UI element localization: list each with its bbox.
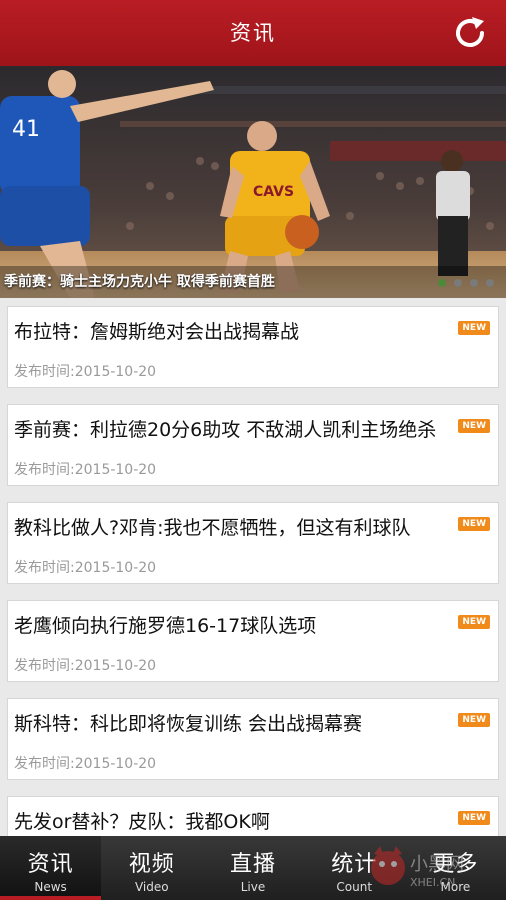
hero-banner[interactable]: 41 CAVS 季前赛：骑士主场力克小牛 取得季前赛首胜 (0, 66, 506, 298)
watermark-logo: 小黑网 XHEI.CN (371, 846, 464, 889)
carousel-dot[interactable] (438, 279, 446, 287)
news-item[interactable]: 季前赛：利拉德20分6助攻 不敌湖人凯利主场绝杀 发布时间:2015-10-20… (7, 404, 499, 486)
news-date: 发布时间:2015-10-20 (14, 756, 157, 772)
carousel-indicator (438, 279, 494, 287)
tab-label: 直播 (230, 852, 277, 877)
new-badge: NEW (458, 517, 490, 531)
news-title: 布拉特：詹姆斯绝对会出战揭幕战 (14, 321, 300, 343)
news-title: 教科比做人?邓肯:我也不愿牺牲，但这有利球队 (14, 517, 411, 539)
news-item[interactable]: 斯科特：科比即将恢复训练 会出战揭幕赛 发布时间:2015-10-20 NEW (7, 698, 499, 780)
page-title: 资讯 (230, 21, 276, 45)
news-list[interactable]: 布拉特：詹姆斯绝对会出战揭幕战 发布时间:2015-10-20 NEW 季前赛：… (0, 298, 506, 836)
news-item[interactable]: 先发or替补？皮队：我都OK啊 NEW (7, 796, 499, 836)
hero-photo: 41 CAVS (0, 66, 506, 298)
carousel-dot[interactable] (486, 279, 494, 287)
news-date: 发布时间:2015-10-20 (14, 364, 157, 380)
news-item[interactable]: 教科比做人?邓肯:我也不愿牺牲，但这有利球队 发布时间:2015-10-20 N… (7, 502, 499, 584)
new-badge: NEW (458, 713, 490, 727)
carousel-dot[interactable] (470, 279, 478, 287)
tab-sublabel: Live (240, 880, 266, 894)
new-badge: NEW (458, 615, 490, 629)
news-date: 发布时间:2015-10-20 (14, 658, 157, 674)
news-item[interactable]: 老鹰倾向执行施罗德16-17球队选项 发布时间:2015-10-20 NEW (7, 600, 499, 682)
tab-label: 资讯 (27, 852, 74, 877)
news-title: 斯科特：科比即将恢复训练 会出战揭幕赛 (14, 713, 363, 735)
watermark-en: XHEI.CN (410, 876, 455, 889)
carousel-dot[interactable] (454, 279, 462, 287)
tab-news[interactable]: 资讯 News (0, 836, 102, 900)
new-badge: NEW (458, 321, 490, 335)
new-badge: NEW (458, 811, 490, 825)
svg-text:41: 41 (12, 117, 40, 142)
tab-live[interactable]: 直播 Live (202, 836, 303, 900)
refresh-icon[interactable] (452, 15, 488, 51)
news-date: 发布时间:2015-10-20 (14, 560, 157, 576)
new-badge: NEW (458, 419, 490, 433)
tab-label: 视频 (128, 852, 175, 877)
news-item[interactable]: 布拉特：詹姆斯绝对会出战揭幕战 发布时间:2015-10-20 NEW (7, 306, 499, 388)
news-title: 季前赛：利拉德20分6助攻 不敌湖人凯利主场绝杀 (14, 419, 437, 441)
app-header: 资讯 (0, 0, 506, 66)
watermark-cn: 小黑网 (410, 854, 464, 875)
news-title: 先发or替补？皮队：我都OK啊 (14, 811, 270, 833)
tab-sublabel: Video (134, 880, 169, 894)
hero-caption: 季前赛：骑士主场力克小牛 取得季前赛首胜 (4, 274, 275, 290)
tab-sublabel: News (34, 880, 67, 894)
news-title: 老鹰倾向执行施罗德16-17球队选项 (14, 615, 317, 637)
news-date: 发布时间:2015-10-20 (14, 462, 157, 478)
svg-text:CAVS: CAVS (253, 184, 294, 200)
tab-video[interactable]: 视频 Video (101, 836, 202, 900)
